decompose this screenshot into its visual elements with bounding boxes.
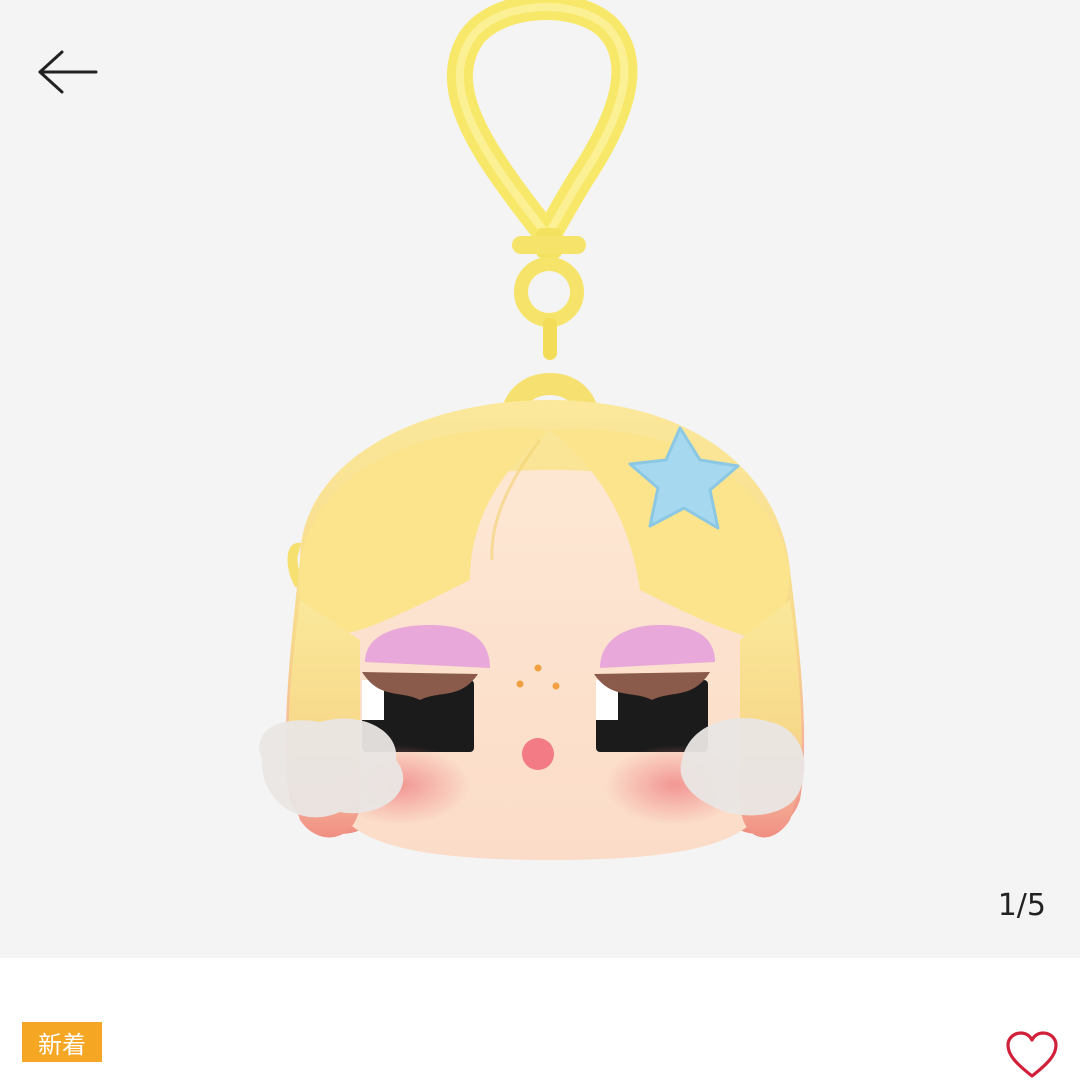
favorite-button[interactable] [1004, 1030, 1060, 1080]
product-image [259, 0, 805, 860]
new-arrival-badge: 新着 [22, 1022, 102, 1062]
product-info-section: 新着 [0, 958, 1080, 1080]
product-image-gallery[interactable]: 1/5 [0, 0, 1080, 958]
image-counter: 1/5 [997, 888, 1046, 923]
arrow-left-icon [38, 50, 98, 94]
heart-outline-icon [1006, 1031, 1058, 1078]
back-button[interactable] [36, 44, 108, 100]
